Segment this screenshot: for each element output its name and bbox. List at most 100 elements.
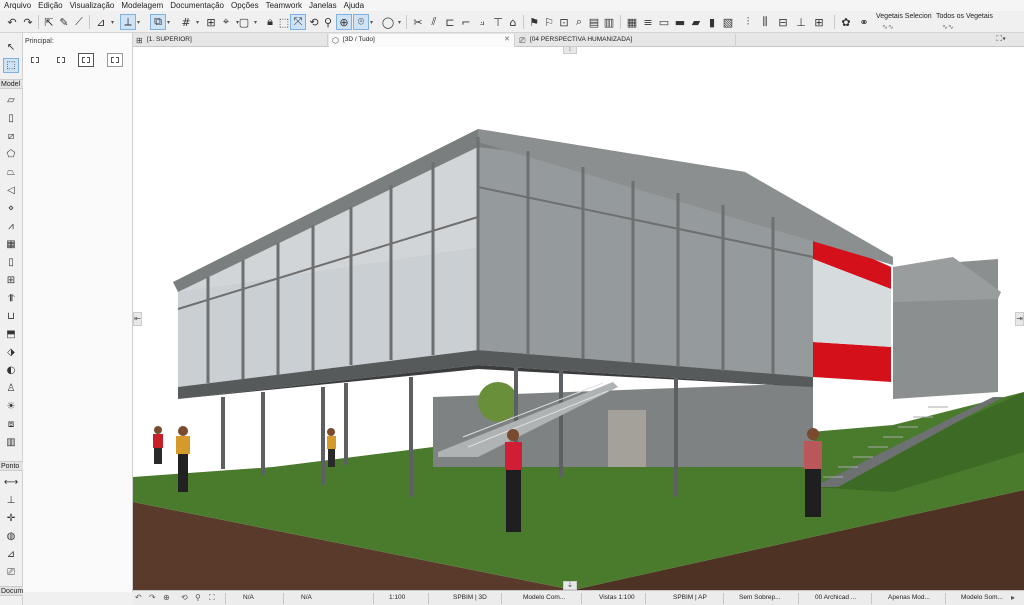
fillet-icon[interactable]: ⌐ — [458, 14, 474, 30]
split-icon[interactable]: ⊏ — [442, 14, 458, 30]
status-display[interactable]: Modelo Som... — [961, 593, 1003, 603]
menu-edicao[interactable]: Edição — [38, 0, 62, 11]
view-options-icon[interactable]: ⛶▾ — [996, 34, 1006, 44]
menu-documentacao[interactable]: Documentação — [170, 0, 224, 11]
veg-all-button[interactable]: Todos os Vegetais — [936, 13, 993, 20]
status-scale[interactable]: 1:100 — [389, 593, 405, 603]
top-edge-arrow-icon[interactable]: ⇡ — [563, 47, 577, 54]
light-tool-icon[interactable]: ☀ — [3, 399, 19, 414]
grid-snap-icon[interactable]: ⊞ — [203, 14, 219, 30]
right-edge-arrow-icon[interactable]: ⇥ — [1015, 312, 1024, 326]
status-filter[interactable]: Apenas Mod... — [888, 593, 930, 603]
distribute-icon[interactable]: ⫼ — [757, 14, 773, 30]
close-icon[interactable]: ✕ — [504, 34, 510, 46]
plant-icon[interactable]: ✿ — [838, 14, 854, 30]
tab-superior[interactable]: ⊞ [1. SUPERIOR] — [133, 34, 328, 47]
opening-tool-icon[interactable]: ⧈ — [3, 417, 19, 432]
veg-selected-button[interactable]: Vegetais Selecion — [876, 13, 932, 20]
mesh-icon[interactable]: ▧ — [720, 14, 736, 30]
menu-janelas[interactable]: Janelas — [309, 0, 337, 11]
selection-mode-rect[interactable] — [53, 53, 69, 67]
intersect-icon[interactable]: ⊤ — [490, 14, 506, 30]
elevation-icon[interactable]: ⊟ — [775, 14, 791, 30]
section-icon[interactable]: ⊞ — [811, 14, 827, 30]
snap-guides-icon[interactable]: ⟂ — [120, 14, 140, 30]
door-tool-icon[interactable]: ▯ — [3, 255, 19, 270]
wall-tool-icon[interactable]: ▱ — [3, 93, 19, 108]
column-tool-icon[interactable]: ▯ — [3, 111, 19, 126]
object-tool-icon[interactable]: ⊔ — [3, 309, 19, 324]
syringe-icon[interactable]: ⟋ — [71, 14, 87, 30]
measure-icon[interactable]: ⊿ — [93, 14, 114, 30]
cut-icon[interactable]: ✂ — [410, 14, 426, 30]
menu-ajuda[interactable]: Ajuda — [344, 0, 364, 11]
doc-icon[interactable]: ▦ — [624, 14, 640, 30]
shell-tool-icon[interactable]: ◁ — [3, 183, 19, 198]
marker-icon[interactable]: ⚐ — [541, 14, 557, 30]
selection-mode-polygon[interactable] — [107, 53, 123, 67]
status-override[interactable]: Sem Sobrep... — [739, 593, 781, 603]
offset-icon[interactable]: ⫽ — [426, 14, 442, 30]
menu-modelagem[interactable]: Modelagem — [121, 0, 163, 11]
zoom-icon[interactable]: ⊕ — [163, 593, 170, 603]
explore-icon[interactable]: ⊕ — [336, 14, 352, 30]
camera-icon[interactable]: ⌾ — [353, 14, 373, 30]
status-pen-set[interactable]: SPBIM | 3D — [453, 593, 487, 603]
align-icon[interactable]: ⫶ — [740, 14, 756, 30]
tab-3d[interactable]: ⬡ [3D / Tudo] ✕ — [329, 34, 515, 47]
suspend-groups-icon[interactable]: ⤧ — [290, 14, 306, 30]
menu-visualizacao[interactable]: Visualização — [70, 0, 115, 11]
roof-icon[interactable]: ⌂ — [505, 14, 521, 30]
box-select-icon[interactable]: ▢ — [236, 14, 257, 30]
redo-icon[interactable]: ↷ — [20, 14, 36, 30]
adjust-icon[interactable]: ⟓ — [474, 14, 490, 30]
level-dim-tool-icon[interactable]: ⊥ — [3, 493, 19, 508]
window-tool-icon[interactable]: ⊞ — [3, 273, 19, 288]
connect-icon[interactable]: ⚭ — [856, 14, 872, 30]
curtain-wall-tool-icon[interactable]: ▦ — [3, 237, 19, 252]
walk-icon[interactable]: ⚲ — [320, 14, 336, 30]
detail-icon[interactable]: ▥ — [601, 14, 617, 30]
menu-opcoes[interactable]: Opções — [231, 0, 259, 11]
skylight-tool-icon[interactable]: ◐ — [3, 363, 19, 378]
status-more-icon[interactable]: ▸ — [1011, 593, 1015, 603]
zone-tool-icon[interactable]: ⬒ — [3, 327, 19, 342]
slab-tool-icon[interactable]: ⬠ — [3, 147, 19, 162]
lamp-tool-icon[interactable]: ♙ — [3, 381, 19, 396]
selection-mode-single[interactable] — [27, 53, 43, 67]
orbit-status-icon[interactable]: ⟲ — [181, 593, 188, 603]
selection-mode-rotated[interactable] — [78, 53, 94, 67]
menu-teamwork[interactable]: Teamwork — [266, 0, 302, 11]
mesh-tool-icon[interactable]: ⋄ — [3, 201, 19, 216]
dimension-tool-icon[interactable]: ⟷ — [3, 475, 19, 490]
status-views[interactable]: Vistas 1:100 — [599, 593, 635, 603]
marquee-tool-icon[interactable]: ⬚ — [3, 58, 19, 73]
beam-tool-icon[interactable]: ⧄ — [3, 129, 19, 144]
pointer-tool-icon[interactable]: ⇱ — [41, 14, 57, 30]
fit-status-icon[interactable]: ⛶ — [209, 593, 215, 603]
wall-icon[interactable]: ▭ — [656, 14, 672, 30]
column-icon[interactable]: ▮ — [704, 14, 720, 30]
undo-icon[interactable]: ↶ — [4, 14, 20, 30]
level-icon[interactable]: ⊥ — [793, 14, 809, 30]
grid-icon[interactable]: # — [178, 14, 199, 30]
roof-tool-icon[interactable]: ⏢ — [3, 165, 19, 180]
walk-status-icon[interactable]: ⚲ — [195, 593, 201, 603]
3d-viewport[interactable]: ⇤ ⇥ ⇡ ⇣ — [133, 47, 1024, 590]
worksheet-tool-icon[interactable]: ⊿ — [3, 547, 19, 562]
tag-icon[interactable]: ⊡ — [556, 14, 572, 30]
undo-view-icon[interactable]: ↶ — [135, 593, 142, 603]
tab-perspectiva[interactable]: ⎚ [04 PERSPECTIVA HUMANIZADA] — [516, 34, 736, 47]
status-model-view[interactable]: Modelo Com... — [523, 593, 565, 603]
railing-tool-icon[interactable]: ⥣ — [3, 291, 19, 306]
fit-window-icon[interactable]: ⌖ — [218, 14, 239, 30]
chart-icon[interactable]: ▤ — [586, 14, 602, 30]
camera-tool-icon[interactable]: ⎚ — [3, 565, 19, 580]
eyedropper-icon[interactable]: ✎ — [56, 14, 72, 30]
status-na-2[interactable]: N/A — [301, 593, 312, 603]
redo-view-icon[interactable]: ↷ — [149, 593, 156, 603]
slab-icon[interactable]: ▬ — [672, 14, 688, 30]
status-na-1[interactable]: N/A — [243, 593, 254, 603]
flag-icon[interactable]: ⚑ — [526, 14, 542, 30]
menu-arquivo[interactable]: Arquivo — [4, 0, 31, 11]
